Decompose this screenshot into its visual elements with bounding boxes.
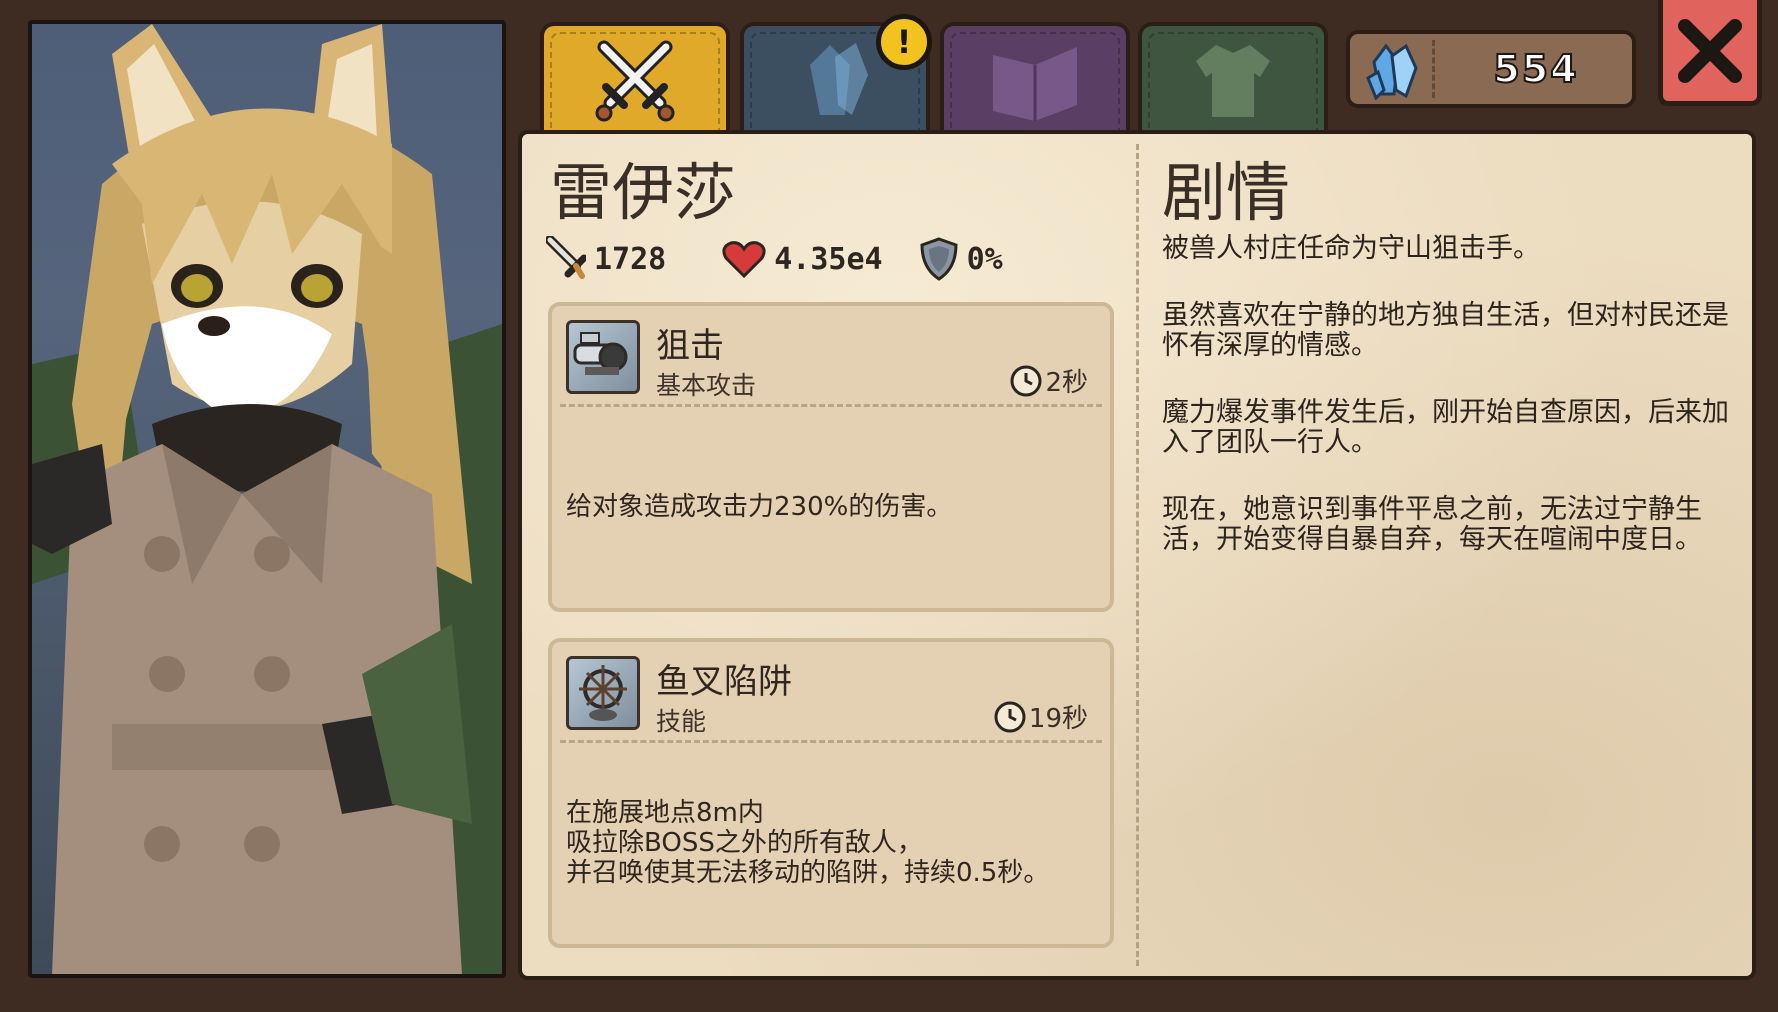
heart-icon [722,241,766,279]
story-paragraph: 被兽人村庄任命为守山狙击手。 [1162,233,1540,264]
sniper-rifle-icon [573,332,628,375]
tab-book[interactable] [940,22,1130,134]
close-icon [1678,18,1742,83]
harpoon-trap-icon [579,665,627,721]
notification-badge-text: ! [896,23,912,61]
skill-icon-frame [566,320,640,394]
clock-icon [994,701,1026,732]
skill-cooldown-value: 2秒 [1045,368,1088,398]
crossed-swords-icon [595,40,675,122]
skill-cooldown-value: 19秒 [1028,704,1088,734]
book-icon [993,47,1077,121]
crystal-icon [810,43,868,115]
close-button[interactable] [1658,0,1762,106]
skill-icon-frame [566,656,640,730]
hp-stat: 4.35e4 [722,239,883,279]
skill-card-snipe: 狙击 基本攻击 2秒 给对象造成攻击力230%的伤害。 [548,302,1114,612]
story-paragraph: 虽然喜欢在宁静的地方独自生活，但对村民还是怀有深厚的情感。 [1162,300,1729,361]
story-paragraph: 魔力爆发事件发生后，刚开始自查原因，后来加入了团队一行人。 [1162,397,1729,458]
skill-type: 技能 [656,707,707,736]
skill-description-line: 吸拉除BOSS之外的所有敌人， [566,828,923,858]
character-stats: 1728 4.35e4 0% [546,234,1039,284]
attack-value: 1728 [594,241,667,277]
skill-divider [560,404,1102,407]
defense-value: 0% [966,241,1003,277]
skill-description: 给对象造成攻击力230%的伤害。 [566,492,953,522]
character-name: 雷伊莎 [550,156,737,229]
shirt-icon [1196,45,1270,117]
story-text: 被兽人村庄任命为守山狙击手。 虽然喜欢在宁静的地方独自生活，但对村民还是怀有深厚… [1162,234,1732,592]
shield-icon [920,237,958,281]
skill-description-line: 在施展地点8m内 [566,798,764,828]
skill-cooldown: 19秒 [993,698,1088,735]
currency-separator [1432,40,1435,98]
skill-cooldown: 2秒 [1009,362,1088,399]
skill-type: 基本攻击 [656,371,757,400]
currency-amount: 554 [1492,46,1579,92]
defense-stat: 0% [919,236,1003,282]
panel-divider [1136,144,1139,966]
story-title: 剧情 [1162,157,1290,231]
character-info-panel: 雷伊莎 1728 4.35e4 0% 狙击 基本攻击 2秒 给对象造成攻击力23… [518,130,1756,980]
skill-name: 鱼叉陷阱 [656,662,792,702]
skill-name: 狙击 [656,326,724,366]
tab-combat[interactable] [540,22,730,134]
clock-icon [1010,365,1042,396]
character-portrait [28,20,506,978]
hp-value: 4.35e4 [774,241,883,277]
skill-card-harpoon-trap: 鱼叉陷阱 技能 19秒 在施展地点8m内 吸拉除BOSS之外的所有敌人， 并召唤… [548,638,1114,948]
sword-icon [546,236,586,279]
notification-badge: ! [876,14,932,70]
skill-divider [560,740,1102,743]
story-paragraph: 现在，她意识到事件平息之前，无法过宁静生活，开始变得自暴自弃，每天在喧闹中度日。 [1162,494,1702,555]
skill-description: 在施展地点8m内 吸拉除BOSS之外的所有敌人， 并召唤使其无法移动的陷阱，持续… [566,798,1049,888]
attack-stat: 1728 [546,236,666,282]
tab-outfit[interactable] [1138,22,1328,134]
currency-display: 554 [1346,30,1636,108]
skill-description-line: 并召唤使其无法移动的陷阱，持续0.5秒。 [566,858,1050,888]
crystal-icon [1366,43,1418,100]
fox-character-illustration [32,24,502,974]
